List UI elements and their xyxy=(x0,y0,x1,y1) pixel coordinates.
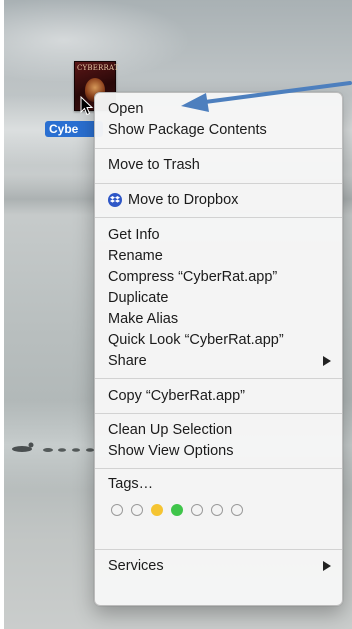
menu-item-open[interactable]: Open xyxy=(95,99,342,120)
menu-separator xyxy=(95,549,342,550)
menu-item-compress[interactable]: Compress “CyberRat.app” xyxy=(95,267,342,288)
menu-item-label: Share xyxy=(108,353,147,369)
menu-item-get-info[interactable]: Get Info xyxy=(95,225,342,246)
tag-dot-5[interactable] xyxy=(191,504,203,516)
menu-item-move-to-trash[interactable]: Move to Trash xyxy=(95,155,342,176)
menu-item-label: Move to Dropbox xyxy=(128,192,239,208)
menu-item-services[interactable]: Services xyxy=(95,556,342,577)
tag-dot-1[interactable] xyxy=(111,504,123,516)
tag-dot-3[interactable] xyxy=(151,504,163,516)
menu-item-tags[interactable]: Tags… xyxy=(95,474,342,495)
mouse-pointer-icon xyxy=(80,96,94,116)
tag-dot-6[interactable] xyxy=(211,504,223,516)
tag-dot-7[interactable] xyxy=(231,504,243,516)
menu-item-rename[interactable]: Rename xyxy=(95,246,342,267)
menu-separator xyxy=(95,183,342,184)
ducks-silhouette xyxy=(12,442,94,452)
menu-separator xyxy=(95,148,342,149)
menu-item-make-alias[interactable]: Make Alias xyxy=(95,309,342,330)
menu-item-move-to-dropbox[interactable]: Move to Dropbox xyxy=(95,190,342,211)
menu-item-clean-up-selection[interactable]: Clean Up Selection xyxy=(95,420,342,441)
menu-item-show-package-contents[interactable]: Show Package Contents xyxy=(95,120,342,141)
menu-item-duplicate[interactable]: Duplicate xyxy=(95,288,342,309)
menu-separator xyxy=(95,468,342,469)
menu-separator xyxy=(95,217,342,218)
menu-item-copy[interactable]: Copy “CyberRat.app” xyxy=(95,386,342,407)
tag-dot-2[interactable] xyxy=(131,504,143,516)
menu-item-show-view-options[interactable]: Show View Options xyxy=(95,441,342,462)
menu-separator xyxy=(95,378,342,379)
submenu-arrow-icon xyxy=(323,356,331,366)
menu-item-quick-look[interactable]: Quick Look “CyberRat.app” xyxy=(95,330,342,351)
menu-item-label: Services xyxy=(108,558,164,574)
menu-item-share[interactable]: Share xyxy=(95,351,342,372)
dropbox-icon xyxy=(108,193,122,207)
context-menu: Open Show Package Contents Move to Trash… xyxy=(94,92,343,606)
menu-separator xyxy=(95,413,342,414)
app-icon-title: CYBERRAT xyxy=(77,64,119,72)
tag-dot-4[interactable] xyxy=(171,504,183,516)
submenu-arrow-icon xyxy=(323,561,331,571)
